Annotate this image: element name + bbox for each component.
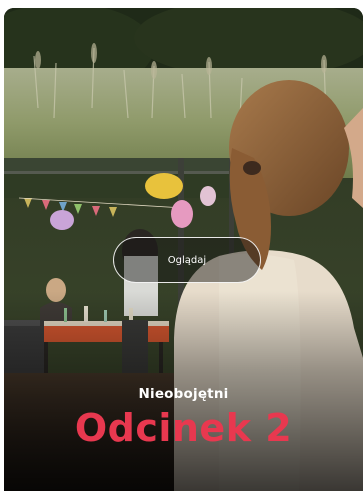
series-title: Nieobojętni	[138, 386, 229, 402]
episode-title: Odcinek 2	[74, 406, 293, 450]
title-block: Nieobojętni Odcinek 2	[4, 386, 363, 450]
watch-button[interactable]: Oglądaj	[113, 237, 261, 283]
episode-card[interactable]: Oglądaj Nieobojętni Odcinek 2	[4, 8, 363, 491]
